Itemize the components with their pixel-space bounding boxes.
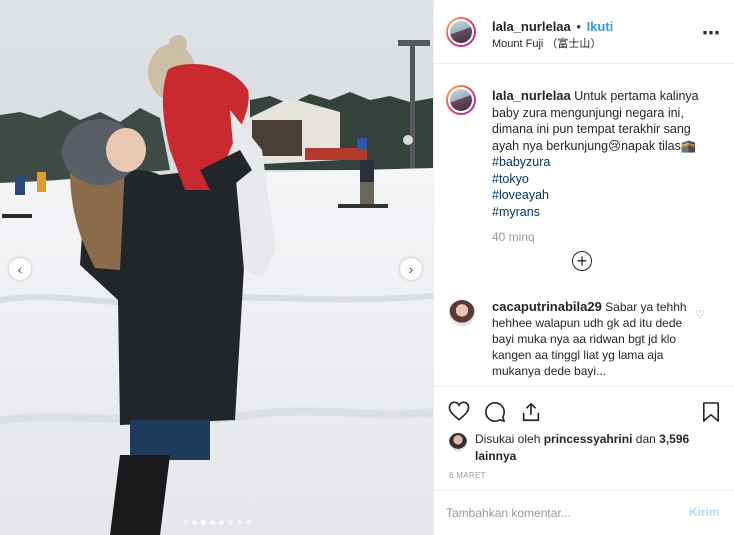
comment-like-heart-icon[interactable]: ♡: [695, 308, 705, 321]
post-photo[interactable]: ‹ ›: [0, 0, 433, 535]
previous-photo-button[interactable]: ‹: [9, 258, 31, 280]
chevron-right-icon: ›: [408, 261, 414, 277]
author-username-link[interactable]: lala_nurlelaa: [492, 19, 571, 34]
hashtag-link[interactable]: #tokyo: [492, 171, 702, 188]
carousel-dot: [236, 520, 242, 525]
likes-middle: dan: [635, 432, 656, 446]
carousel-dot: [191, 520, 197, 525]
more-horizontal-icon[interactable]: ⋯: [702, 23, 721, 44]
carousel-dot: [227, 520, 233, 525]
liker-username-link[interactable]: princessyahrini: [544, 432, 633, 446]
post-actions: Disukai oleh princessyahrini dan 3,596 l…: [434, 386, 734, 490]
plus-circle-icon: +: [576, 251, 588, 271]
carousel-dot: [245, 520, 251, 525]
commenter-avatar[interactable]: [449, 300, 475, 326]
post-details-panel: lala_nurlelaa • Ikuti Mount Fuji （富士山） ⋯…: [433, 0, 734, 535]
bookmark-icon[interactable]: [702, 401, 720, 423]
caption-timestamp[interactable]: 40 minq: [492, 230, 535, 244]
comments-section[interactable]: lala_nurlelaa Untuk pertama kalinya baby…: [434, 64, 734, 386]
load-more-comments-button[interactable]: +: [572, 251, 592, 271]
liker-avatar[interactable]: [449, 433, 467, 451]
photo-scene: [0, 0, 433, 535]
likes-prefix: Disukai oleh: [475, 432, 541, 446]
comment-input[interactable]: [446, 503, 676, 523]
caption-text-block: lala_nurlelaa Untuk pertama kalinya baby…: [492, 88, 702, 220]
add-comment-bar: Kirim: [434, 490, 734, 535]
carousel-dot: [182, 520, 188, 525]
post-header: lala_nurlelaa • Ikuti Mount Fuji （富士山） ⋯: [434, 0, 734, 64]
location-link[interactable]: Mount Fuji （富士山）: [492, 35, 601, 51]
likes-summary: Disukai oleh princessyahrini dan 3,596 l…: [475, 431, 715, 465]
comment-icon[interactable]: [484, 401, 506, 423]
caption-author-avatar[interactable]: [446, 85, 476, 115]
heart-icon[interactable]: [448, 401, 470, 421]
follow-button[interactable]: Ikuti: [587, 19, 614, 34]
header-user-line: lala_nurlelaa • Ikuti: [492, 19, 613, 34]
next-photo-button[interactable]: ›: [400, 258, 422, 280]
post-date[interactable]: 6 MARET: [449, 471, 486, 480]
hashtag-link[interactable]: #loveayah: [492, 187, 702, 204]
hashtag-link[interactable]: #babyzura: [492, 154, 702, 171]
comment-text-block: cacaputrinabila29 Sabar ya tehhh hehhee …: [492, 299, 697, 379]
author-avatar[interactable]: [446, 17, 476, 47]
carousel-indicator: [0, 520, 433, 526]
separator-dot: •: [572, 19, 585, 34]
post-comment-button[interactable]: Kirim: [689, 505, 720, 519]
hashtag-link[interactable]: #myrans: [492, 204, 702, 221]
carousel-dot: [218, 520, 224, 525]
carousel-dot: [209, 520, 215, 525]
chevron-left-icon: ‹: [17, 261, 23, 277]
share-icon[interactable]: [520, 401, 542, 423]
commenter-username-link[interactable]: cacaputrinabila29: [492, 299, 602, 314]
carousel-dot: [200, 520, 206, 525]
caption-username-link[interactable]: lala_nurlelaa: [492, 88, 571, 103]
